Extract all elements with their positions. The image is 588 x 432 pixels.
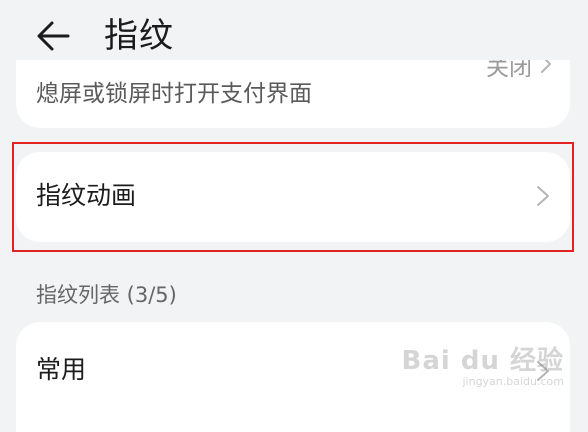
back-button[interactable] — [30, 14, 80, 58]
page-title: 指纹 — [104, 16, 174, 56]
payment-on-lockscreen-label: 熄屏或锁屏时打开支付界面 — [36, 81, 312, 107]
watermark-text: Bai du 经验 — [401, 346, 564, 376]
payment-status-value: 关闭 — [486, 60, 532, 81]
baidu-watermark-logo: Bai du 经验 jingyan.baidu.com — [402, 340, 565, 388]
chevron-right-icon — [537, 186, 549, 206]
arrow-left-icon — [37, 21, 70, 51]
fingerprint-item-label: 常用 — [36, 355, 87, 384]
fingerprint-list-header: 指纹列表 (3/5) — [36, 283, 177, 307]
payment-on-lockscreen-row[interactable]: 关闭 熄屏或锁屏时打开支付界面 — [16, 60, 570, 128]
fingerprint-animation-row[interactable]: 指纹动画 — [16, 152, 570, 242]
chevron-right-icon — [541, 60, 551, 73]
fingerprint-animation-label: 指纹动画 — [36, 181, 137, 210]
